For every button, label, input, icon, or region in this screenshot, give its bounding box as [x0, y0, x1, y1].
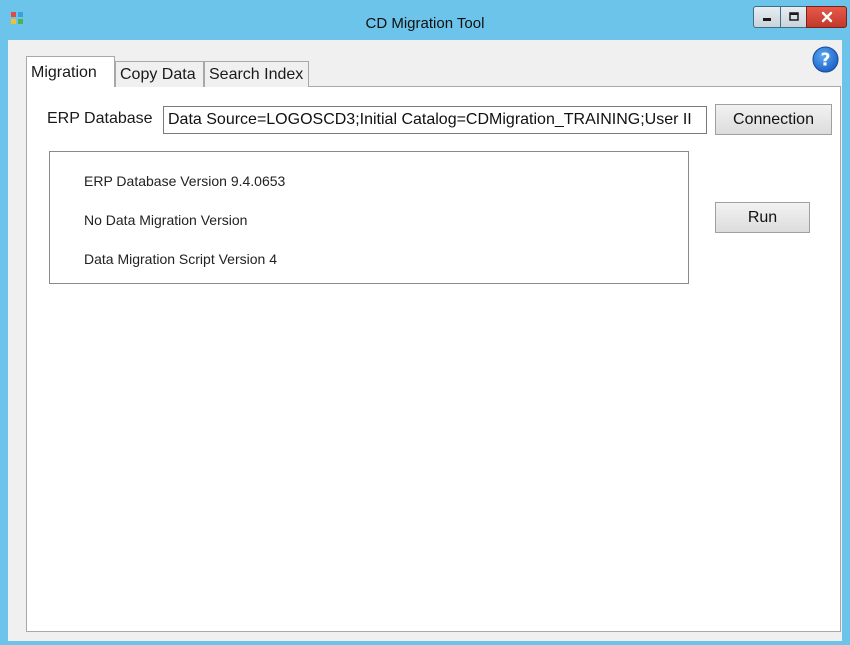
data-migration-version-text: No Data Migration Version [84, 212, 248, 228]
tab-label: Search Index [209, 65, 304, 83]
close-button[interactable] [806, 6, 847, 28]
maximize-button[interactable] [780, 6, 807, 28]
version-info-box: ERP Database Version 9.4.0653 No Data Mi… [49, 151, 689, 284]
svg-text:?: ? [820, 50, 830, 70]
erp-database-label: ERP Database [47, 110, 153, 127]
minimize-icon [763, 18, 771, 21]
tab-label: Migration [31, 64, 97, 81]
tab-migration[interactable]: Migration [26, 56, 115, 87]
migration-script-version-text: Data Migration Script Version 4 [84, 251, 277, 267]
tab-label: Copy Data [120, 65, 196, 83]
maximize-icon [788, 12, 799, 21]
run-button[interactable]: Run [715, 202, 810, 233]
connection-button[interactable]: Connection [715, 104, 832, 135]
window-title: CD Migration Tool [365, 15, 485, 32]
help-icon[interactable]: ? [812, 46, 839, 73]
title-bar[interactable]: CD Migration Tool [0, 0, 850, 40]
tab-search-index[interactable]: Search Index [204, 61, 309, 87]
minimize-button[interactable] [753, 6, 781, 28]
close-icon [821, 11, 832, 23]
tab-copy-data[interactable]: Copy Data [115, 61, 204, 87]
erp-database-version-text: ERP Database Version 9.4.0653 [84, 173, 286, 189]
app-window: CD Migration Tool ? Migration Copy Data … [0, 0, 850, 645]
connection-string-field[interactable]: Data Source=LOGOSCD3;Initial Catalog=CDM… [163, 106, 707, 134]
